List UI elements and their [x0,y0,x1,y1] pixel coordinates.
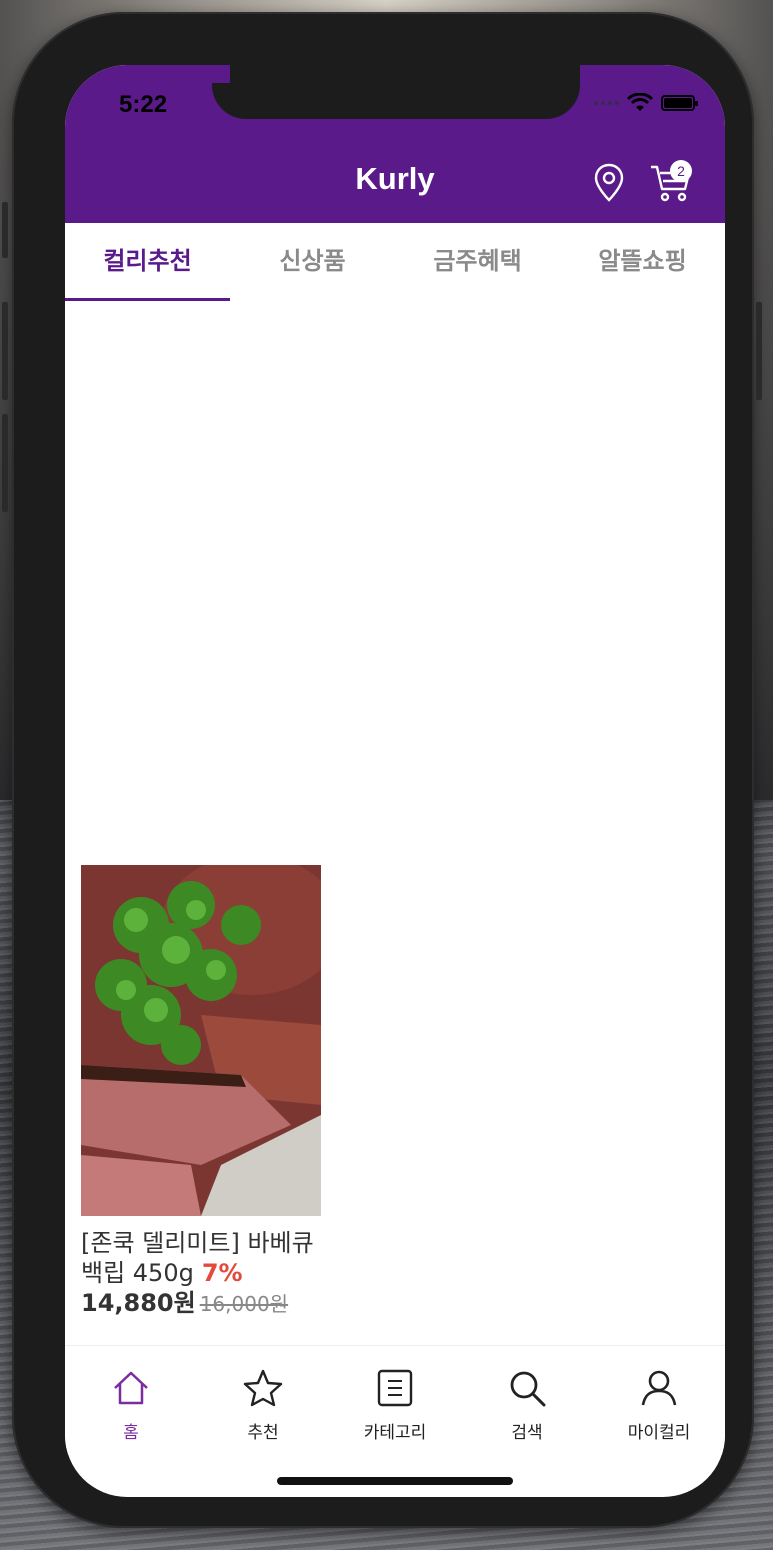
notch [212,65,580,119]
product-original-price: 16,000원 [199,1292,289,1316]
phone-frame: 5:22 Kurly 2 컬리추천 신상품 금주혜택 알뜰쇼핑 [존쿡 델리미트… [2,12,762,1528]
product-image[interactable] [81,865,321,1216]
nav-category-label: 카테고리 [363,1423,427,1443]
nav-category[interactable]: 카테고리 [329,1346,461,1455]
app-screen: 5:22 Kurly 2 컬리추천 신상품 금주혜택 알뜰쇼핑 [존쿡 델리미트… [65,65,725,1497]
category-tabs: 컬리추천 신상품 금주혜택 알뜰쇼핑 [65,223,725,301]
volume-up-button [2,302,8,400]
home-icon [114,1371,148,1405]
signal-icon [594,101,619,105]
tab-new-products[interactable]: 신상품 [230,223,395,301]
status-time: 5:22 [119,91,168,118]
nav-search[interactable]: 검색 [461,1346,593,1455]
nav-home[interactable]: 홈 [65,1346,197,1455]
list-icon [377,1369,413,1407]
price-row: 14,880원 16,000원 [81,1288,321,1319]
nav-recommend[interactable]: 추천 [197,1346,329,1455]
user-icon [641,1370,677,1406]
product-discount: 7% [201,1259,243,1287]
product-price: 14,880원 [81,1289,196,1317]
home-indicator[interactable] [277,1477,513,1485]
cart-count-badge: 2 [670,160,692,182]
app-title: Kurly [355,161,435,196]
nav-recommend-label: 추천 [247,1423,279,1443]
volume-down-button [2,414,8,512]
nav-my-kurly[interactable]: 마이컬리 [593,1346,725,1455]
search-icon [510,1371,546,1407]
product-card[interactable]: [존쿡 델리미트] 바베큐 백립 450g 7% 14,880원 16,000원 [81,865,321,1319]
power-button [756,302,762,400]
tab-weekly-benefits[interactable]: 금주혜택 [395,223,560,301]
nav-search-label: 검색 [511,1423,543,1443]
app-header: 5:22 Kurly 2 [65,65,725,223]
bottom-navigation: 홈 추천 카테고리 검색 마이컬리 [65,1345,725,1455]
nav-my-kurly-label: 마이컬리 [627,1423,691,1443]
tab-bargain-shopping[interactable]: 알뜰쇼핑 [560,223,725,301]
wifi-icon [627,93,653,111]
product-info: [존쿡 델리미트] 바베큐 백립 450g 7% [81,1228,321,1288]
location-pin-icon[interactable] [593,163,625,203]
mute-switch [2,202,8,258]
battery-icon [661,95,698,111]
star-icon [243,1369,283,1407]
steak-illustration [81,865,321,1216]
tab-kurly-recommend[interactable]: 컬리추천 [65,223,230,301]
nav-home-label: 홈 [123,1423,139,1443]
status-icons [594,93,698,113]
product-name: [존쿡 델리미트] 바베큐 백립 450g [81,1229,314,1287]
